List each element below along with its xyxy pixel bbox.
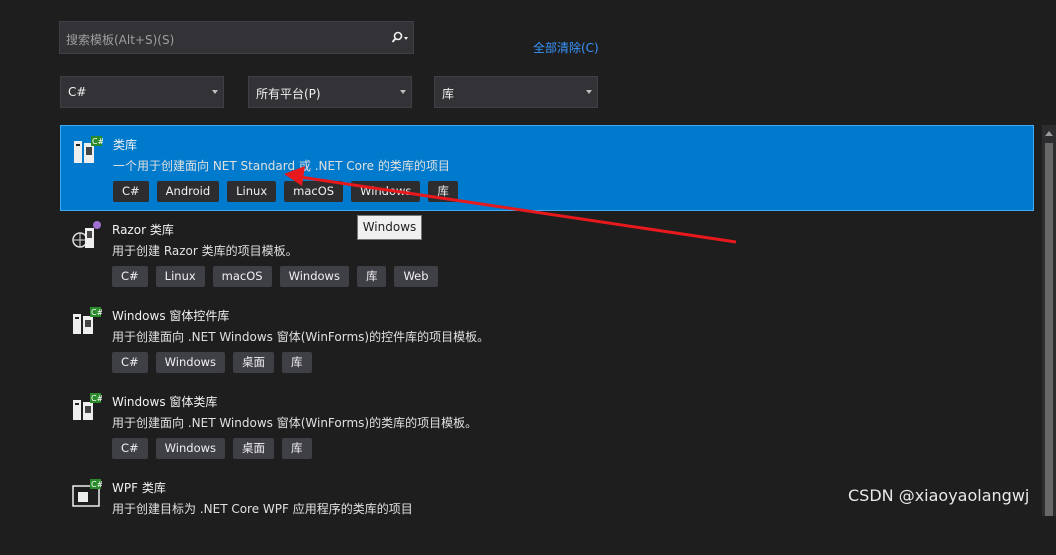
chevron-down-icon — [400, 90, 406, 94]
template-description: 用于创建 Razor 类库的项目模板。 — [112, 244, 298, 258]
razor-library-icon — [72, 220, 102, 250]
tag: 库 — [356, 266, 387, 287]
template-name: 类库 — [113, 138, 138, 152]
tag: macOS — [284, 181, 344, 202]
class-library-icon: C# — [73, 135, 105, 165]
template-item-wpf-library[interactable]: C# WPF 类库 用于创建目标为 .NET Core WPF 应用程序的类库的… — [60, 469, 1034, 555]
tag: Web — [394, 266, 438, 287]
scroll-up-icon[interactable] — [1045, 131, 1053, 136]
tag: C# — [112, 352, 148, 373]
template-tags: C# Linux macOS Windows 库 Web — [112, 266, 438, 287]
clear-all-link[interactable]: 全部清除(C) — [533, 39, 599, 56]
template-tags: C# Windows 桌面 库 — [112, 352, 312, 373]
tag: Windows — [351, 181, 421, 202]
search-placeholder: 搜索模板(Alt+S)(S) — [66, 33, 175, 47]
template-search-input[interactable]: 搜索模板(Alt+S)(S) — [59, 21, 414, 54]
winforms-control-library-icon: C# — [72, 306, 104, 336]
search-options-button[interactable] — [387, 22, 413, 53]
template-description: 用于创建面向 .NET Windows 窗体(WinForms)的类库的项目模板… — [112, 416, 478, 430]
tag: C# — [112, 438, 148, 459]
tag: Linux — [227, 181, 277, 202]
project-type-value: 库 — [442, 87, 455, 101]
chevron-down-icon — [586, 90, 592, 94]
tag: Linux — [155, 266, 205, 287]
template-description: 用于创建面向 .NET Windows 窗体(WinForms)的控件库的项目模… — [112, 330, 490, 344]
svg-text:C#: C# — [91, 480, 102, 489]
tag: Windows — [155, 352, 226, 373]
watermark: CSDN @xiaoyaolangwj — [848, 486, 1030, 505]
tag: Windows — [279, 266, 349, 287]
scrollbar-thumb[interactable] — [1045, 143, 1053, 516]
platform-value: 所有平台(P) — [256, 87, 321, 101]
windows-tag-tooltip: Windows — [357, 215, 422, 240]
template-list-scrollbar[interactable] — [1042, 125, 1056, 516]
template-item-winforms-class-library[interactable]: C# Windows 窗体类库 用于创建面向 .NET Windows 窗体(W… — [60, 383, 1034, 469]
template-name: Razor 类库 — [112, 223, 174, 237]
template-name: Windows 窗体控件库 — [112, 309, 230, 323]
template-description: 一个用于创建面向 NET Standard 或 .NET Core 的类库的项目 — [113, 159, 450, 173]
tag: 库 — [282, 352, 312, 373]
tag: 桌面 — [233, 438, 275, 459]
chevron-down-icon — [212, 90, 218, 94]
svg-text:C#: C# — [91, 394, 102, 403]
winforms-class-library-icon: C# — [72, 392, 104, 422]
tag: 库 — [428, 181, 458, 202]
project-type-dropdown[interactable]: 库 — [434, 76, 598, 108]
wpf-library-icon: C# — [72, 478, 104, 508]
template-name: WPF 类库 — [112, 481, 166, 495]
tag: 库 — [282, 438, 312, 459]
tag: Windows — [155, 438, 226, 459]
tag: macOS — [212, 266, 272, 287]
template-item-winforms-control-library[interactable]: C# Windows 窗体控件库 用于创建面向 .NET Windows 窗体(… — [60, 297, 1034, 383]
platform-dropdown[interactable]: 所有平台(P) — [248, 76, 412, 108]
template-item-razor-library[interactable]: Razor 类库 用于创建 Razor 类库的项目模板。 C# Linux ma… — [60, 211, 1034, 297]
template-tags: C# Android Linux macOS Windows 库 — [113, 181, 458, 202]
svg-text:C#: C# — [91, 308, 102, 317]
language-value: C# — [68, 85, 87, 99]
tag: 桌面 — [233, 352, 275, 373]
template-item-class-library[interactable]: C# 类库 一个用于创建面向 NET Standard 或 .NET Core … — [60, 125, 1034, 211]
search-icon — [391, 31, 408, 43]
template-tags: C# Windows 桌面 库 — [112, 438, 312, 459]
tag: C# — [113, 181, 149, 202]
template-name: Windows 窗体类库 — [112, 395, 218, 409]
svg-text:C#: C# — [92, 137, 103, 146]
language-dropdown[interactable]: C# — [60, 76, 224, 108]
template-description: 用于创建目标为 .NET Core WPF 应用程序的类库的项目 — [112, 502, 413, 516]
tag: Android — [156, 181, 220, 202]
tag: C# — [112, 266, 148, 287]
